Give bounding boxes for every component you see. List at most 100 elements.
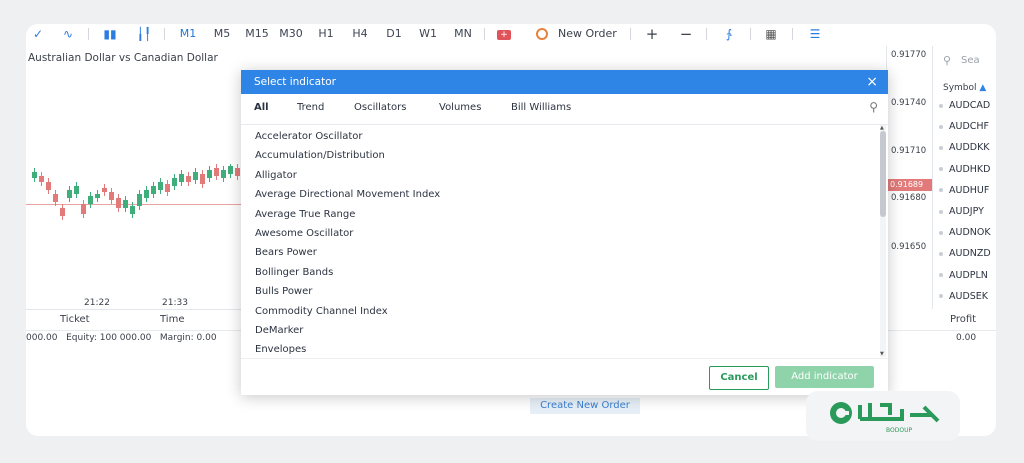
candle	[172, 178, 177, 186]
indicator-list-item[interactable]: Bulls Power	[255, 286, 312, 297]
timeframe-m30[interactable]: M30	[278, 26, 304, 42]
bar-chart-icon[interactable]: ▮▮	[102, 26, 118, 42]
candle	[151, 186, 156, 194]
indicator-list-item[interactable]: Alligator	[255, 170, 297, 181]
indicator-list-item[interactable]: Bears Power	[255, 247, 317, 258]
logo-mark	[830, 402, 940, 424]
scroll-thumb[interactable]	[880, 131, 886, 217]
zoom-in-button[interactable]: +	[644, 26, 660, 42]
candle	[207, 170, 212, 178]
current-price-tag: 0.91689	[887, 179, 934, 191]
symbol-label: AUDCHF	[949, 121, 990, 133]
crosshair-check-icon[interactable]: ✓	[30, 26, 46, 42]
timeframe-mn[interactable]: MN	[452, 26, 474, 42]
symbol-row[interactable]: AUDHUF	[939, 185, 989, 196]
candle	[235, 168, 240, 176]
indicator-list-item[interactable]: Average Directional Movement Index	[255, 189, 440, 200]
scroll-down-icon[interactable]: ▼	[880, 351, 884, 357]
new-order-button[interactable]: New Order	[558, 26, 622, 42]
candle	[46, 182, 51, 190]
notes-icon[interactable]: ☰	[806, 26, 824, 42]
symbol-row[interactable]: AUDNOK	[939, 227, 991, 238]
timeframe-m15[interactable]: M15	[244, 26, 270, 42]
timeframe-w1[interactable]: W1	[418, 26, 438, 42]
select-indicator-dialog: Select indicator × All Trend Oscillators…	[241, 70, 888, 395]
cancel-button[interactable]: Cancel	[709, 366, 769, 390]
symbol-label: AUDHKD	[949, 163, 991, 175]
symbol-row[interactable]: AUDPLN	[939, 270, 988, 281]
list-scrollbar[interactable]: ▲ ▼	[880, 125, 886, 357]
symbol-column-header[interactable]: Symbol ▲	[943, 83, 986, 93]
timeframe-m1[interactable]: M1	[178, 26, 198, 42]
indicator-list-item[interactable]: Commodity Channel Index	[255, 306, 388, 317]
symbol-label: AUDCAD	[949, 100, 991, 111]
timeframe-h1[interactable]: H1	[316, 26, 336, 42]
candle	[221, 170, 226, 178]
timeframe-d1[interactable]: D1	[384, 26, 404, 42]
candle	[95, 194, 100, 198]
candle	[109, 192, 114, 200]
indicator-list-item[interactable]: Envelopes	[255, 344, 306, 355]
profit-value: 0.00	[956, 333, 977, 343]
zoom-out-button[interactable]: −	[678, 26, 694, 42]
symbol-row[interactable]: AUDCAD	[939, 100, 990, 111]
tab-oscillators[interactable]: Oscillators	[354, 102, 406, 113]
candle	[53, 194, 58, 202]
close-icon[interactable]: ×	[866, 70, 878, 94]
indicator-list-item[interactable]: Bollinger Bands	[255, 267, 333, 278]
market-watch-panel: ⚲ Sea Symbol ▲ AUDCAD AUDCHF AUDDKK AUDHKD A…	[932, 46, 996, 309]
symbol-row[interactable]: AUDDKK	[939, 142, 990, 153]
symbol-label: AUDHUF	[949, 184, 990, 196]
candle	[193, 172, 198, 180]
tab-bill-williams[interactable]: Bill Williams	[511, 102, 571, 113]
column-profit[interactable]: Profit	[950, 314, 976, 325]
indicator-list-item[interactable]: Average True Range	[255, 209, 355, 220]
price-label: 0.91650	[891, 242, 927, 252]
indicator-list-item[interactable]: Accumulation/Distribution	[255, 150, 385, 161]
create-new-order-button[interactable]: Create New Order	[530, 398, 640, 414]
dialog-title: Select indicator	[254, 76, 336, 88]
symbol-row[interactable]: AUDNZD	[939, 248, 991, 259]
column-time[interactable]: Time	[160, 314, 184, 325]
candlestick-icon[interactable]: ╽╿	[136, 26, 152, 42]
candle	[200, 174, 205, 184]
tab-all[interactable]: All	[254, 102, 269, 113]
candle	[179, 174, 184, 182]
candle	[102, 188, 107, 192]
balance-summary: 000.00 Equity: 100 000.00 Margin: 0.00	[26, 333, 217, 343]
symbol-row[interactable]: AUDCHF	[939, 121, 989, 132]
symbol-label: AUDPLN	[949, 269, 988, 281]
brand-logo: BODOUP	[806, 391, 960, 441]
tab-trend[interactable]: Trend	[297, 102, 324, 113]
timeframe-m5[interactable]: M5	[212, 26, 232, 42]
calculator-icon[interactable]: ▦	[762, 26, 780, 42]
new-order-icon[interactable]	[534, 26, 550, 42]
symbol-label: AUDSEK	[949, 290, 989, 302]
candle	[137, 194, 142, 206]
indicators-icon[interactable]: ∱	[720, 26, 738, 42]
candle	[39, 176, 44, 182]
symbol-title: Australian Dollar vs Canadian Dollar	[28, 52, 218, 64]
symbol-row[interactable]: AUDJPY	[939, 206, 984, 217]
candle	[32, 172, 37, 178]
logo-caption: BODOUP	[886, 427, 913, 434]
candle	[116, 198, 121, 208]
symbol-row[interactable]: AUDHKD	[939, 164, 990, 175]
candle	[186, 176, 191, 182]
line-chart-icon[interactable]: ∿	[60, 26, 76, 42]
candlestick-series	[32, 164, 247, 220]
indicator-list-item[interactable]: Awesome Oscillator	[255, 228, 353, 239]
search-icon[interactable]: ⚲	[943, 54, 951, 67]
add-chart-icon[interactable]: +	[496, 26, 512, 42]
indicator-list-item[interactable]: Accelerator Oscillator	[255, 131, 363, 142]
time-label: 21:33	[162, 298, 188, 308]
column-ticket[interactable]: Ticket	[60, 314, 90, 325]
timeframe-h4[interactable]: H4	[350, 26, 370, 42]
symbol-search-input[interactable]: Sea	[961, 55, 980, 66]
search-icon[interactable]: ⚲	[869, 100, 878, 114]
tab-volumes[interactable]: Volumes	[439, 102, 481, 113]
add-indicator-button[interactable]: Add indicator	[775, 366, 874, 388]
price-axis: 0.91770 0.91740 0.91710 0.91689 0.91680 …	[886, 46, 934, 309]
symbol-row[interactable]: AUDSEK	[939, 291, 988, 302]
indicator-list-item[interactable]: DeMarker	[255, 325, 303, 336]
